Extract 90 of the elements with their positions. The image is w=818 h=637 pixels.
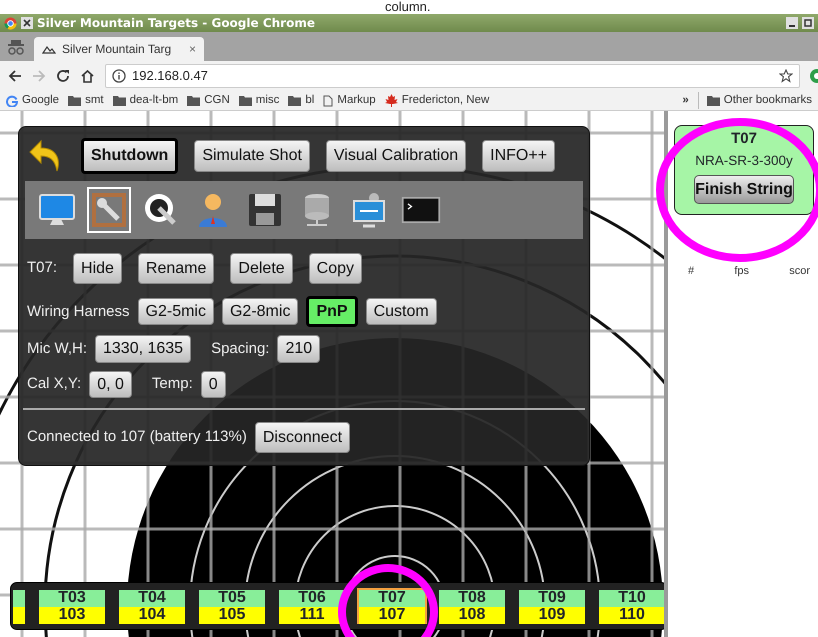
harness-option[interactable]: G2-5mic	[138, 298, 214, 326]
folder-icon	[112, 95, 126, 106]
profile-name: NRA-SR-3-300y	[694, 152, 794, 170]
bookmark-link[interactable]: smt	[68, 92, 104, 110]
target-tile[interactable]: T09 109	[517, 588, 587, 624]
target-name: T04	[119, 590, 185, 607]
target-tile[interactable]: T03 103	[37, 588, 107, 624]
field-label: Spacing:	[211, 338, 270, 359]
field-label: Mic W,H:	[27, 338, 87, 359]
target-label: T07:	[27, 258, 58, 278]
back-icon[interactable]	[8, 69, 22, 83]
target-name: T10	[599, 590, 664, 607]
harness-option[interactable]: G2-8mic	[222, 298, 298, 326]
home-icon[interactable]	[80, 69, 95, 83]
target-number: 107	[359, 607, 425, 624]
action-button[interactable]: Delete	[230, 253, 293, 284]
target-number: 108	[439, 607, 505, 624]
folder-icon	[68, 95, 82, 106]
browser-logo-icon	[4, 16, 17, 30]
action-button[interactable]: Hide	[73, 253, 122, 284]
harness-option[interactable]: PnP	[306, 296, 358, 328]
value-button[interactable]: 1330, 1635	[95, 335, 192, 363]
panel-button[interactable]: INFO++	[482, 140, 556, 172]
target-tile[interactable]: T07 107	[357, 588, 427, 624]
action-button[interactable]: Rename	[138, 253, 214, 284]
bookmark-link[interactable]: dea-lt-bm	[112, 92, 178, 110]
target-name: T07	[359, 590, 425, 607]
browser-tab[interactable]: Silver Mountain Targ ×	[34, 37, 204, 61]
folder-icon	[288, 95, 302, 106]
maple-leaf-icon	[384, 94, 398, 107]
harness-option[interactable]: Custom	[366, 298, 437, 326]
overflow-chevron[interactable]: »	[682, 92, 689, 110]
value-button[interactable]: 0, 0	[89, 370, 132, 398]
target-number: 105	[199, 607, 265, 624]
bookmark-link[interactable]: misc	[238, 92, 280, 110]
folder-icon	[238, 95, 252, 106]
disconnect-button[interactable]: Disconnect	[254, 422, 350, 453]
bookmark-link[interactable]: Google	[6, 92, 60, 110]
connection-status: Connected to 107 (battery 113%)	[27, 427, 247, 448]
wrench-icon	[90, 191, 128, 229]
bookmark-link[interactable]: Fredericton, New	[384, 92, 490, 110]
bookmark-link[interactable]: Markup	[323, 92, 376, 110]
action-button[interactable]: Copy	[308, 253, 362, 284]
target-tile[interactable]: T04 104	[117, 588, 187, 624]
target-tile	[11, 588, 27, 624]
target-name: T07	[730, 129, 758, 149]
target-name: T09	[519, 590, 585, 607]
google-icon	[6, 94, 18, 106]
column-header: fps	[734, 264, 750, 279]
address-field[interactable]: 192.168.0.47	[105, 64, 800, 88]
target-number: 110	[599, 607, 664, 624]
mountain-icon	[42, 44, 56, 54]
field-label: Cal X,Y:	[27, 374, 82, 394]
target-number: 109	[519, 607, 585, 624]
page-icon	[323, 94, 334, 106]
value-button[interactable]: 210	[277, 335, 320, 363]
panel-button[interactable]: Shutdown	[81, 138, 178, 174]
target-name: T06	[279, 590, 345, 607]
reload-icon[interactable]	[56, 69, 70, 83]
info-icon	[112, 69, 126, 83]
finish-string-button[interactable]: Finish String	[694, 174, 794, 204]
star-icon[interactable]	[779, 69, 793, 83]
maximize-icon[interactable]	[802, 17, 814, 29]
target-tile[interactable]: T06 111	[277, 588, 347, 624]
folder-icon	[187, 95, 200, 106]
panel-button[interactable]: Visual Calibration	[326, 140, 466, 172]
window-title: Silver Mountain Targets - Google Chrome	[37, 16, 315, 30]
harness-label: Wiring Harness	[27, 302, 130, 322]
target-tile[interactable]: T08 108	[437, 588, 507, 624]
bookmark-link[interactable]: Other bookmarks	[698, 92, 812, 110]
target-number: 103	[39, 607, 105, 624]
target-name: T05	[199, 590, 265, 607]
value-button[interactable]: 0	[200, 370, 226, 398]
target-tile[interactable]: T05 105	[197, 588, 267, 624]
panel-button[interactable]: Simulate Shot	[194, 140, 310, 172]
bookmark-link[interactable]: CGN	[187, 92, 230, 110]
target-name: T08	[439, 590, 505, 607]
column-header: scor	[789, 264, 810, 279]
minimize-icon[interactable]	[786, 17, 798, 29]
field-label: Temp:	[152, 374, 193, 394]
folder-icon	[706, 95, 720, 106]
target-name: T03	[39, 590, 105, 607]
usb-monitor-icon	[350, 191, 388, 229]
column-header: #	[688, 264, 694, 279]
incognito-icon	[6, 38, 26, 56]
target-number: 104	[119, 607, 185, 624]
caption-text: column.	[384, 0, 432, 14]
close-icon[interactable]	[21, 17, 33, 29]
target-tile[interactable]: T10 110	[597, 588, 664, 624]
bookmark-link[interactable]: bl	[288, 92, 314, 110]
